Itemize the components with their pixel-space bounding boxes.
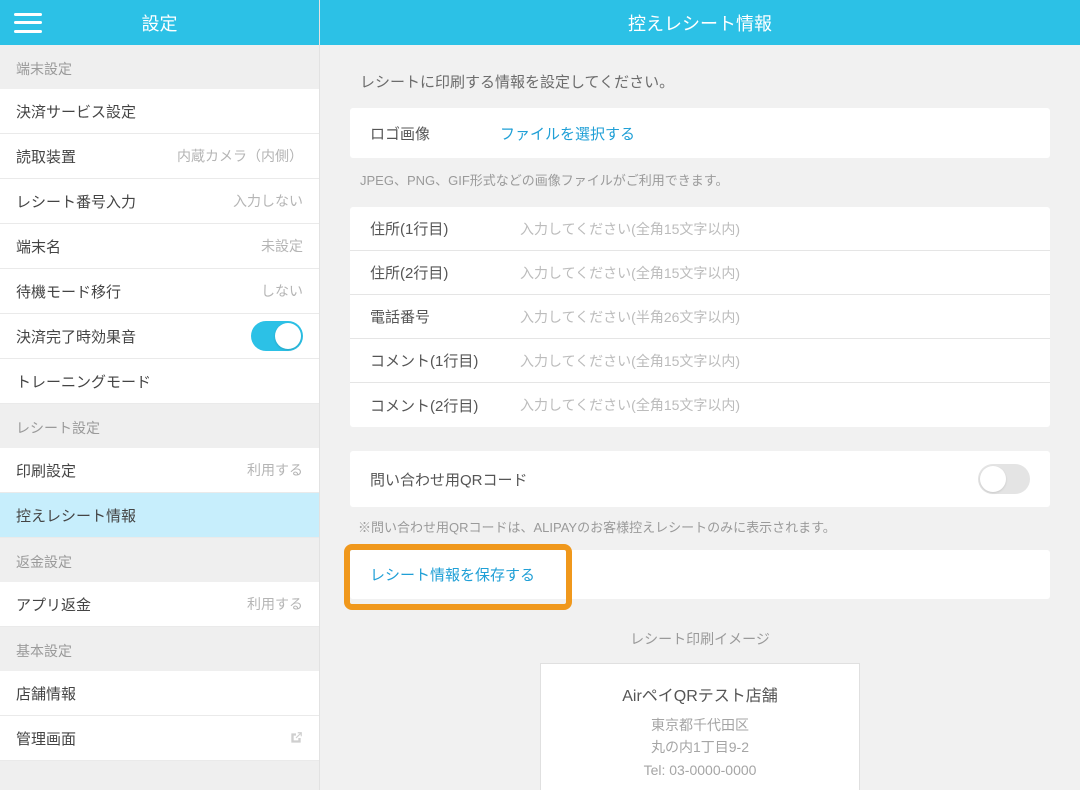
logo-label: ロゴ画像 (370, 123, 500, 144)
form-row-comment1: コメント(1行目) (350, 339, 1050, 383)
sidebar-item-label: トレーニングモード (16, 371, 151, 392)
sidebar-item-value: しない (261, 281, 303, 301)
sidebar-item-label: 控えレシート情報 (16, 505, 136, 526)
sidebar-item-print-settings[interactable]: 印刷設定 利用する (0, 448, 319, 493)
sidebar: 設定 端末設定 決済サービス設定 読取装置 内蔵カメラ（内側） レシート番号入力… (0, 0, 320, 790)
form-group: 住所(1行目) 住所(2行目) 電話番号 コメント(1行目) コメント(2行目) (350, 207, 1050, 427)
preview-title: レシート印刷イメージ (350, 629, 1050, 649)
tel-input[interactable] (520, 309, 1030, 325)
main-body: レシートに印刷する情報を設定してください。 ロゴ画像 ファイルを選択する JPE… (320, 45, 1080, 790)
sidebar-item-value: 利用する (247, 594, 303, 614)
preview-address1: 東京都千代田区 (551, 714, 849, 736)
sidebar-item-label: 端末名 (16, 236, 61, 257)
sidebar-item-receipt-info[interactable]: 控えレシート情報 (0, 493, 319, 538)
qr-label: 問い合わせ用QRコード (370, 469, 528, 490)
address2-input[interactable] (520, 265, 1030, 281)
preview-address2: 丸の内1丁目9-2 (551, 736, 849, 758)
save-row: レシート情報を保存する (350, 550, 1050, 599)
form-label: 住所(2行目) (370, 262, 520, 283)
sidebar-item-label: レシート番号入力 (16, 191, 136, 212)
page-title: 控えレシート情報 (628, 10, 772, 36)
sidebar-item-reader[interactable]: 読取装置 内蔵カメラ（内側） (0, 134, 319, 179)
toggle-sound[interactable] (251, 321, 303, 351)
form-label: 電話番号 (370, 306, 520, 327)
sidebar-item-store-info[interactable]: 店舗情報 (0, 671, 319, 716)
form-row-tel: 電話番号 (350, 295, 1050, 339)
section-label-terminal: 端末設定 (0, 45, 319, 89)
sidebar-item-value: 利用する (247, 460, 303, 480)
sidebar-item-terminal-name[interactable]: 端末名 未設定 (0, 224, 319, 269)
comment1-input[interactable] (520, 353, 1030, 369)
section-label-refund: 返金設定 (0, 538, 319, 582)
logo-row: ロゴ画像 ファイルを選択する (350, 108, 1050, 158)
save-container: レシート情報を保存する (350, 550, 1050, 599)
preview-box: AirペイQRテスト店舗 東京都千代田区 丸の内1丁目9-2 Tel: 03-0… (540, 663, 860, 790)
section-label-basic: 基本設定 (0, 627, 319, 671)
section-label-receipt: レシート設定 (0, 404, 319, 448)
preview-store-name: AirペイQRテスト店舗 (551, 682, 849, 706)
sidebar-item-label: 決済サービス設定 (16, 101, 136, 122)
address1-input[interactable] (520, 221, 1030, 237)
sidebar-item-app-refund[interactable]: アプリ返金 利用する (0, 582, 319, 627)
instruction-text: レシートに印刷する情報を設定してください。 (350, 59, 1050, 108)
sidebar-item-label: 印刷設定 (16, 460, 76, 481)
qr-note: ※問い合わせ用QRコードは、ALIPAYのお客様控えレシートのみに表示されます。 (350, 507, 1050, 550)
form-label: コメント(1行目) (370, 350, 520, 371)
main-header: 控えレシート情報 (320, 0, 1080, 45)
form-label: コメント(2行目) (370, 395, 520, 416)
form-row-comment2: コメント(2行目) (350, 383, 1050, 427)
external-link-icon (289, 731, 303, 745)
qr-row: 問い合わせ用QRコード (350, 451, 1050, 507)
sidebar-item-label: 店舗情報 (16, 683, 76, 704)
sidebar-item-label: 待機モード移行 (16, 281, 121, 302)
sidebar-item-value: 未設定 (261, 236, 303, 256)
sidebar-item-label: 読取装置 (16, 146, 76, 167)
comment2-input[interactable] (520, 397, 1030, 413)
sidebar-item-label: アプリ返金 (16, 594, 91, 615)
sidebar-item-admin[interactable]: 管理画面 (0, 716, 319, 761)
main: 控えレシート情報 レシートに印刷する情報を設定してください。 ロゴ画像 ファイル… (320, 0, 1080, 790)
sidebar-title: 設定 (142, 10, 178, 36)
form-label: 住所(1行目) (370, 218, 520, 239)
form-row-address2: 住所(2行目) (350, 251, 1050, 295)
sidebar-body: 端末設定 決済サービス設定 読取装置 内蔵カメラ（内側） レシート番号入力 入力… (0, 45, 319, 790)
sidebar-item-payment-service[interactable]: 決済サービス設定 (0, 89, 319, 134)
sidebar-item-label: 管理画面 (16, 728, 76, 749)
sidebar-item-value: 内蔵カメラ（内側） (177, 146, 303, 166)
preview-tel: Tel: 03-0000-0000 (551, 759, 849, 781)
menu-icon[interactable] (14, 13, 42, 33)
sidebar-item-value: 入力しない (233, 191, 303, 211)
sidebar-item-training[interactable]: トレーニングモード (0, 359, 319, 404)
sidebar-item-sound[interactable]: 決済完了時効果音 (0, 314, 319, 359)
logo-note: JPEG、PNG、GIF形式などの画像ファイルがご利用できます。 (350, 158, 1050, 207)
sidebar-item-label: 決済完了時効果音 (16, 326, 136, 347)
sidebar-item-receipt-number[interactable]: レシート番号入力 入力しない (0, 179, 319, 224)
toggle-qr[interactable] (978, 464, 1030, 494)
sidebar-item-standby-mode[interactable]: 待機モード移行 しない (0, 269, 319, 314)
form-row-address1: 住所(1行目) (350, 207, 1050, 251)
sidebar-header: 設定 (0, 0, 319, 45)
save-button[interactable]: レシート情報を保存する (370, 567, 535, 584)
logo-file-select[interactable]: ファイルを選択する (500, 123, 635, 144)
